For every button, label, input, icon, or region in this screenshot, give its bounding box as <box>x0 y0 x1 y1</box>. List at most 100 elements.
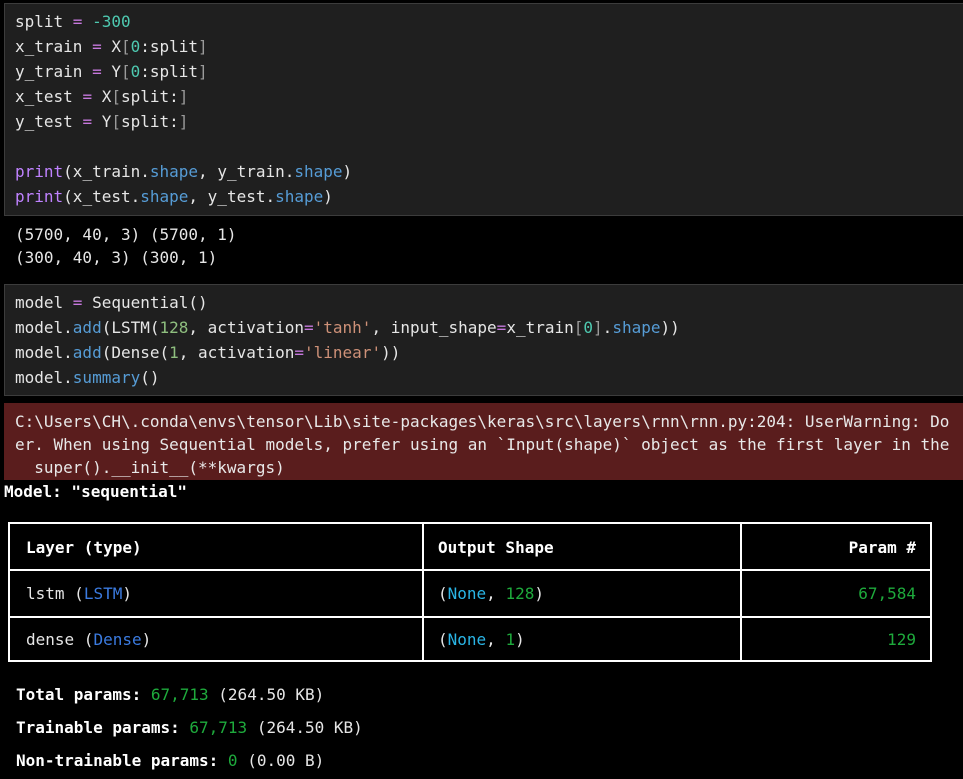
table-divider <box>10 616 930 618</box>
table-divider <box>740 524 742 660</box>
warning-output: C:\Users\CH\.conda\envs\tensor\Lib\site-… <box>4 403 963 480</box>
code-token: = <box>294 343 305 362</box>
table-row-layer: lstm (LSTM) <box>26 582 132 606</box>
non-trainable-params-value: 0 <box>227 751 238 770</box>
code-token: [ <box>120 62 131 81</box>
warning-line: er. When using Sequential models, prefer… <box>15 435 950 454</box>
code-token: () <box>140 368 160 387</box>
code-token: = <box>496 318 507 337</box>
code-token: Y <box>92 112 112 131</box>
code-token: add <box>72 343 102 362</box>
code-token: X <box>101 37 121 56</box>
code-token: y_train <box>15 62 93 81</box>
code-token: )) <box>660 318 680 337</box>
layer-type: LSTM <box>83 584 123 603</box>
code-token: 'linear' <box>304 343 382 362</box>
code-token: shape <box>149 162 199 181</box>
code-cell-model[interactable]: model = Sequential() model.add(LSTM(128, … <box>4 284 963 396</box>
total-params-value: 67,713 <box>150 685 209 704</box>
code-token: Y <box>101 62 121 81</box>
trainable-params: Trainable params: 67,713 (264.50 KB) <box>16 716 363 740</box>
code-token: (LSTM( <box>101 318 160 337</box>
code-token: y_test <box>15 112 83 131</box>
separator: , <box>486 584 506 603</box>
code-cell-split[interactable]: split = -300 x_train = X[0:split] y_train … <box>4 3 963 216</box>
code-token: 128 <box>159 318 189 337</box>
code-token: split: <box>120 112 179 131</box>
trainable-params-size: (264.50 KB) <box>247 718 363 737</box>
code-token: 0 <box>130 62 141 81</box>
dimension-value: 1 <box>505 630 516 649</box>
code-token: , activation <box>188 318 304 337</box>
code-token: model <box>15 293 73 312</box>
code-line: y_train = Y[0:split] <box>15 59 208 84</box>
code-token: [ <box>111 112 121 131</box>
non-trainable-params: Non-trainable params: 0 (0.00 B) <box>16 749 324 773</box>
warning-line: super().__init__(**kwargs) <box>15 458 285 477</box>
paren: ) <box>534 584 544 603</box>
model-title: Model: "sequential" <box>4 482 188 501</box>
total-params-size: (264.50 KB) <box>208 685 325 704</box>
paren: ( <box>438 630 448 649</box>
code-token: 1 <box>169 343 179 362</box>
code-token: = <box>72 12 83 31</box>
code-token: ] <box>198 37 208 56</box>
paren: ( <box>83 630 94 649</box>
code-token: [ <box>573 318 584 337</box>
code-token: 'tanh' <box>313 318 372 337</box>
code-token: , input_shape <box>371 318 497 337</box>
code-token: = <box>82 87 93 106</box>
code-token: (x_train. <box>63 162 150 181</box>
code-token: ] <box>178 112 189 131</box>
code-line: split = -300 <box>15 9 131 34</box>
code-token: [ <box>111 87 121 106</box>
total-params: Total params: 67,713 (264.50 KB) <box>16 683 324 707</box>
output-line-test-shapes: (300, 40, 3) (300, 1) <box>15 248 218 267</box>
code-token: = <box>72 293 83 312</box>
code-token: :split <box>140 62 199 81</box>
code-token: -300 <box>92 12 131 31</box>
header-output-shape: Output Shape <box>438 538 554 557</box>
table-row-params: 67,584 <box>858 584 916 603</box>
code-token: Sequential() <box>82 293 208 312</box>
code-line: model.summary() <box>15 365 160 390</box>
code-token: x_train <box>506 318 574 337</box>
table-row-layer: dense (Dense) <box>26 628 151 652</box>
code-token: summary <box>72 368 141 387</box>
code-token: )) <box>381 343 401 362</box>
code-token: , y_train. <box>198 162 295 181</box>
code-token: split <box>15 12 73 31</box>
code-line: print(x_train.shape, y_train.shape) <box>15 159 352 184</box>
code-token: shape <box>140 187 189 206</box>
code-token: shape <box>275 187 324 206</box>
table-divider <box>422 524 424 660</box>
table-row-output: (None, 1) <box>438 628 525 652</box>
code-token: ] <box>178 87 189 106</box>
warning-line: C:\Users\CH\.conda\envs\tensor\Lib\site-… <box>15 412 950 431</box>
paren: ) <box>122 584 132 603</box>
code-token: split: <box>120 87 179 106</box>
code-token: shape <box>294 162 343 181</box>
code-line: y_test = Y[split:] <box>15 109 188 134</box>
code-line: x_test = X[split:] <box>15 84 188 109</box>
code-token: x_train <box>15 37 93 56</box>
non-trainable-params-size: (0.00 B) <box>237 751 325 770</box>
code-token: print <box>15 187 64 206</box>
code-token: 0 <box>130 37 141 56</box>
code-token: ) <box>323 187 333 206</box>
code-token: :split <box>140 37 199 56</box>
code-token: , activation <box>178 343 295 362</box>
code-token: ] <box>198 62 208 81</box>
code-line: x_train = X[0:split] <box>15 34 208 59</box>
code-line: model = Sequential() <box>15 290 208 315</box>
table-row-output: (None, 128) <box>438 582 544 606</box>
separator: , <box>486 630 506 649</box>
code-token: = <box>92 62 102 81</box>
code-line: model.add(LSTM(128, activation='tanh', i… <box>15 315 680 340</box>
layer-name: dense <box>26 630 84 649</box>
code-token: ] <box>593 318 603 337</box>
trainable-params-value: 67,713 <box>189 718 248 737</box>
table-row-params: 129 <box>887 630 916 649</box>
code-token: shape <box>612 318 661 337</box>
